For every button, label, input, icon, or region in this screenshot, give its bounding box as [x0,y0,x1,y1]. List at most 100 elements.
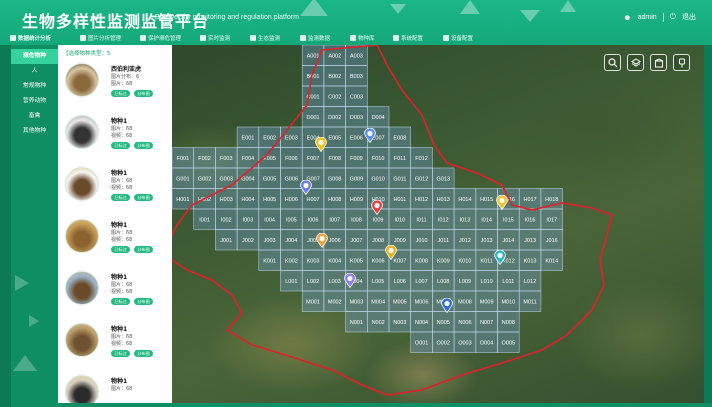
grid-cell-label: G012 [415,176,428,182]
bottom-strip [11,403,712,407]
grid-cell-label: J013 [524,238,536,244]
tiger-thumbnail[interactable] [65,63,99,97]
grid-cell-label: N001 [350,320,363,326]
category-item-other[interactable]: 其他物种 [11,124,58,139]
nav-item-protect[interactable]: 保护濒危管理 [140,34,181,42]
labeled-button[interactable]: 已标注 [111,142,130,149]
category-item-nutrition[interactable]: 营养动物 [11,94,58,109]
list-item[interactable]: 物种1 图片：68 视频：68 已标注 分布图 [62,115,168,165]
pin-icon[interactable] [364,127,376,144]
nav-item-device[interactable]: 设备配置 [443,34,473,42]
distribution-button[interactable]: 分布图 [134,194,153,201]
grid-cell-label: F003 [220,156,233,162]
nav-item-config[interactable]: 系统配置 [393,34,423,42]
nav-item-realtime[interactable]: 实时监测 [200,34,230,42]
eagle-thumbnail[interactable] [65,167,99,201]
nav-item-image[interactable]: 图片分析管理 [80,34,121,42]
grid-cell-label: L003 [329,279,341,285]
labeled-button[interactable]: 已标注 [111,350,130,357]
distribution-button[interactable]: 分布图 [134,350,153,357]
pin-icon[interactable] [300,179,312,196]
device-icon [443,35,449,41]
category-item-endangered[interactable]: 濒危物种 [11,49,58,64]
grid-cell-label: K011 [480,258,492,264]
power-icon[interactable]: ⏻ [670,12,676,22]
hawk-thumbnail[interactable] [65,271,99,305]
grid-cell-label: I009 [373,217,384,223]
list-item[interactable]: 物种1 图片：68 视频：68 已标注 分布图 [62,167,168,217]
zebra-thumbnail[interactable] [65,115,99,149]
species-meta-1: 图片分布：6 [111,74,140,80]
pin-icon[interactable] [371,199,383,216]
grid-cell-label: K003 [307,258,320,264]
grid-cell-label: M006 [415,299,429,305]
grid-cell-label: G008 [328,176,341,182]
pin-icon[interactable] [385,244,397,261]
grid-cell-label: B003 [350,74,363,80]
grid-cell-label: K010 [459,258,472,264]
grid-cell-label: J001 [220,238,232,244]
grid-cell-label: D001 [306,115,319,121]
grid-cell-label: I011 [416,217,426,223]
grid-cell-label: O005 [502,340,515,346]
grid-cell-label: L010 [481,279,493,285]
username[interactable]: admin [638,14,657,21]
grid-cell-label: J004 [285,238,297,244]
list-item[interactable]: 物种1 图片：68 视频：68 已标注 分布图 [62,271,168,321]
category-item-common[interactable]: 常规物种 [11,79,58,94]
grid-cell-label: M003 [350,299,364,305]
distribution-button[interactable]: 分布图 [134,298,153,305]
species-name: 物种1 [111,378,128,385]
nav-item-eco[interactable]: 生态监测 [250,34,280,42]
nav-item-species[interactable]: 物种库 [350,34,375,42]
list-item[interactable]: 西伯利亚虎 图片分布：6 图片：68 已标注 分布图 [62,63,168,113]
meerkat-thumbnail[interactable] [65,323,99,357]
lion-thumbnail[interactable] [65,219,99,253]
pin-icon[interactable] [315,136,327,153]
distribution-button[interactable]: 分布图 [134,142,153,149]
grid-cell-label: E002 [263,135,276,141]
nav-item-data[interactable]: 监测数据 [300,34,330,42]
pin-icon[interactable] [496,194,508,211]
grid-cell-label: G013 [437,176,450,182]
pin-icon[interactable] [344,272,356,289]
distribution-button[interactable]: 分布图 [134,90,153,97]
grid-cell-label: J007 [350,238,362,244]
pin-icon[interactable] [316,232,328,249]
grid-cell-label: G005 [263,176,276,182]
labeled-button[interactable]: 已标注 [111,298,130,305]
grid-cell-label: J014 [502,238,514,244]
labeled-button[interactable]: 已标注 [111,246,130,253]
nav-item-stats[interactable]: 数据统计分析 [10,34,51,42]
species-meta-2: 视频：68 [111,237,133,243]
map-canvas[interactable]: A001 A002 A003B001 B002 B003C001 C002 C003D001… [172,45,704,403]
map-view[interactable]: A001 A002 A003 B001 B002 B003 C001 C002 C003 D001… [172,45,704,403]
grid-cell-label: F006 [285,156,298,162]
category-item-human[interactable]: 人 [11,64,58,79]
gear-icon [393,35,399,41]
species-name: 物种1 [111,222,128,229]
building-icon[interactable] [650,54,667,71]
logout-button[interactable]: 退出 [682,12,696,22]
grid-cell-label: H013 [437,197,450,203]
grid-cell-label: F009 [350,156,363,162]
category-item-livestock[interactable]: 畜禽 [11,109,58,124]
pin-icon[interactable] [441,297,453,314]
labeled-button[interactable]: 已标注 [111,90,130,97]
tree-icon[interactable] [673,54,690,71]
grid-cell-label: J011 [437,238,449,244]
app-subtitle: Biodiversity monitoring and regulation p… [155,14,299,21]
list-item[interactable]: 物种1 图片：68 视频：68 已标注 分布图 [62,219,168,269]
labeled-button[interactable]: 已标注 [111,194,130,201]
layers-icon[interactable] [627,54,644,71]
list-item[interactable]: 物种1 图片：68 视频：68 已标注 分布图 [62,323,168,373]
distribution-button[interactable]: 分布图 [134,246,153,253]
pin-icon[interactable] [494,249,506,266]
grid-cell-label: H007 [306,197,319,203]
image-icon [80,35,86,41]
list-item[interactable]: 物种1 图片：68 [62,375,168,403]
search-icon[interactable] [604,54,621,71]
grid-cell-label: H012 [415,197,428,203]
grid-cell-label: O003 [458,340,471,346]
bird-thumbnail[interactable] [65,375,99,403]
